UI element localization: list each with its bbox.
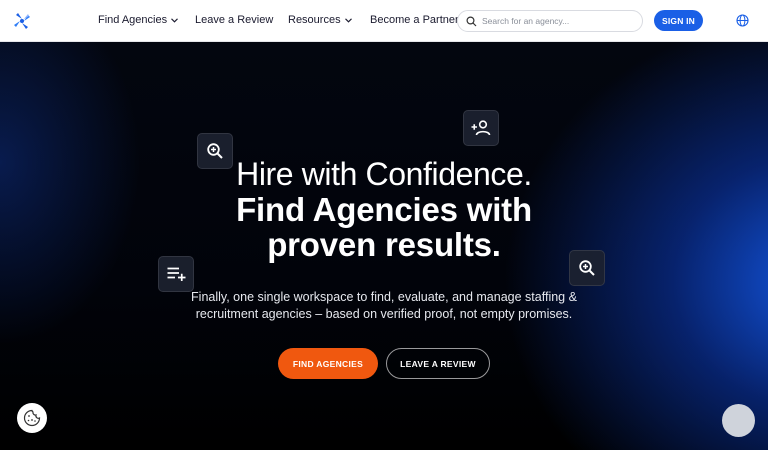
search-input[interactable] xyxy=(482,13,632,29)
hero-section: Hire with Confidence. Find Agencies with… xyxy=(0,42,768,450)
nav-become-a-partner-label: Become a Partner xyxy=(370,14,459,26)
add-person-icon xyxy=(471,120,491,136)
chevron-down-icon xyxy=(171,18,178,23)
search-box xyxy=(457,10,643,32)
cookie-icon xyxy=(23,409,41,427)
hero-headline-bold-line-1: Find Agencies with xyxy=(236,191,532,228)
hero-headline-bold-line-2: proven results. xyxy=(267,226,501,263)
top-navbar: Find Agencies Leave a Review Resources B… xyxy=(0,0,768,42)
leave-a-review-button[interactable]: LEAVE A REVIEW xyxy=(386,348,490,379)
sign-in-button[interactable]: SIGN IN xyxy=(654,10,703,31)
chevron-down-icon xyxy=(344,18,352,23)
cookie-settings-button[interactable] xyxy=(17,403,47,433)
floating-add-person-tile xyxy=(463,110,499,146)
pinwheel-logo-icon[interactable] xyxy=(12,11,32,31)
hero-headline-light: Hire with Confidence. xyxy=(236,156,532,192)
globe-icon[interactable] xyxy=(736,14,749,27)
nav-resources-label: Resources xyxy=(288,14,341,26)
nav-become-a-partner[interactable]: Become a Partner xyxy=(370,14,459,27)
nav-resources[interactable]: Resources xyxy=(288,14,352,27)
search-icon xyxy=(466,16,477,27)
nav-leave-a-review-label: Leave a Review xyxy=(195,14,274,26)
chat-launcher[interactable] xyxy=(722,404,755,437)
hero-subtitle-line-2: recruitment agencies – based on verified… xyxy=(195,307,573,321)
nav-find-agencies[interactable]: Find Agencies xyxy=(98,14,178,27)
playlist-add-icon xyxy=(167,267,185,281)
find-agencies-button[interactable]: FIND AGENCIES xyxy=(278,348,378,379)
nav-leave-a-review[interactable]: Leave a Review xyxy=(195,14,273,27)
hero-subtitle: Finally, one single workspace to find, e… xyxy=(0,289,768,323)
nav-find-agencies-label: Find Agencies xyxy=(98,14,168,26)
hero-subtitle-line-1: Finally, one single workspace to find, e… xyxy=(191,290,577,304)
